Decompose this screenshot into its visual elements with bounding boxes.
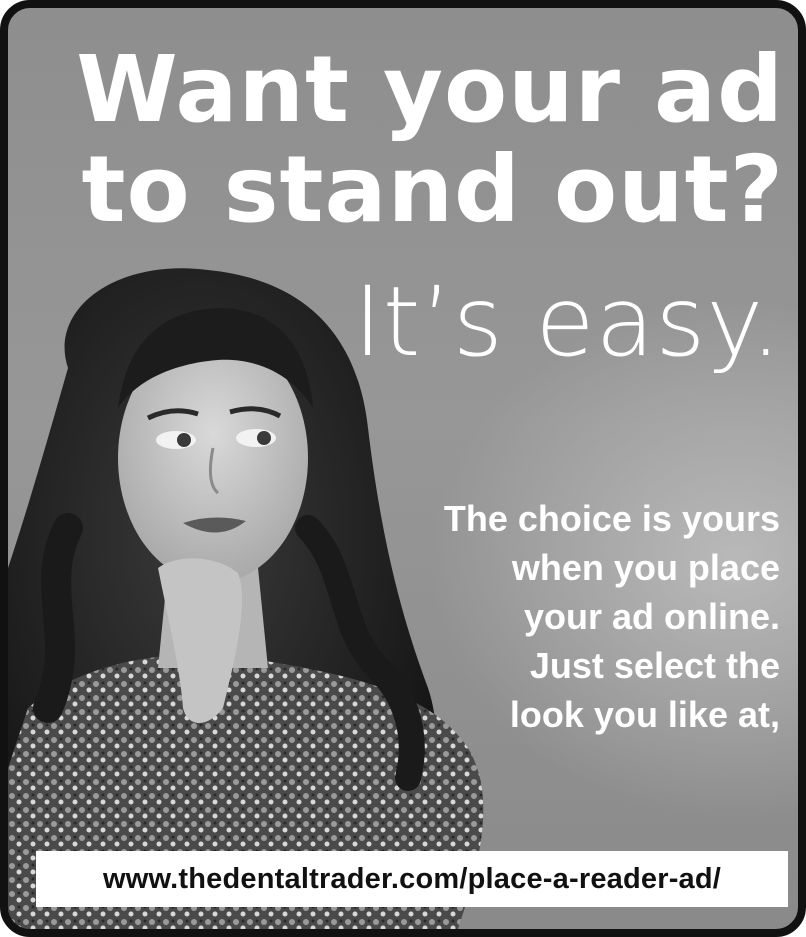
headline-line-2: to stand out? bbox=[81, 136, 784, 243]
headline-line-3: It’s easy. bbox=[353, 266, 782, 378]
body-line: Just select the bbox=[529, 645, 780, 686]
body-line: your ad online. bbox=[523, 596, 780, 637]
url-banner[interactable]: www.thedentaltrader.com/place-a-reader-a… bbox=[36, 851, 788, 907]
headline-line-1: Want your ad bbox=[76, 36, 784, 143]
website-url-link[interactable]: www.thedentaltrader.com/place-a-reader-a… bbox=[103, 863, 721, 896]
body-line: look you like at, bbox=[509, 694, 780, 735]
body-line: The choice is yours bbox=[443, 498, 780, 539]
body-text: The choice is yours when you place your … bbox=[360, 494, 780, 739]
ad-panel: Want your ad to stand out? It’s easy. Th… bbox=[0, 0, 806, 937]
body-line: when you place bbox=[511, 547, 780, 588]
